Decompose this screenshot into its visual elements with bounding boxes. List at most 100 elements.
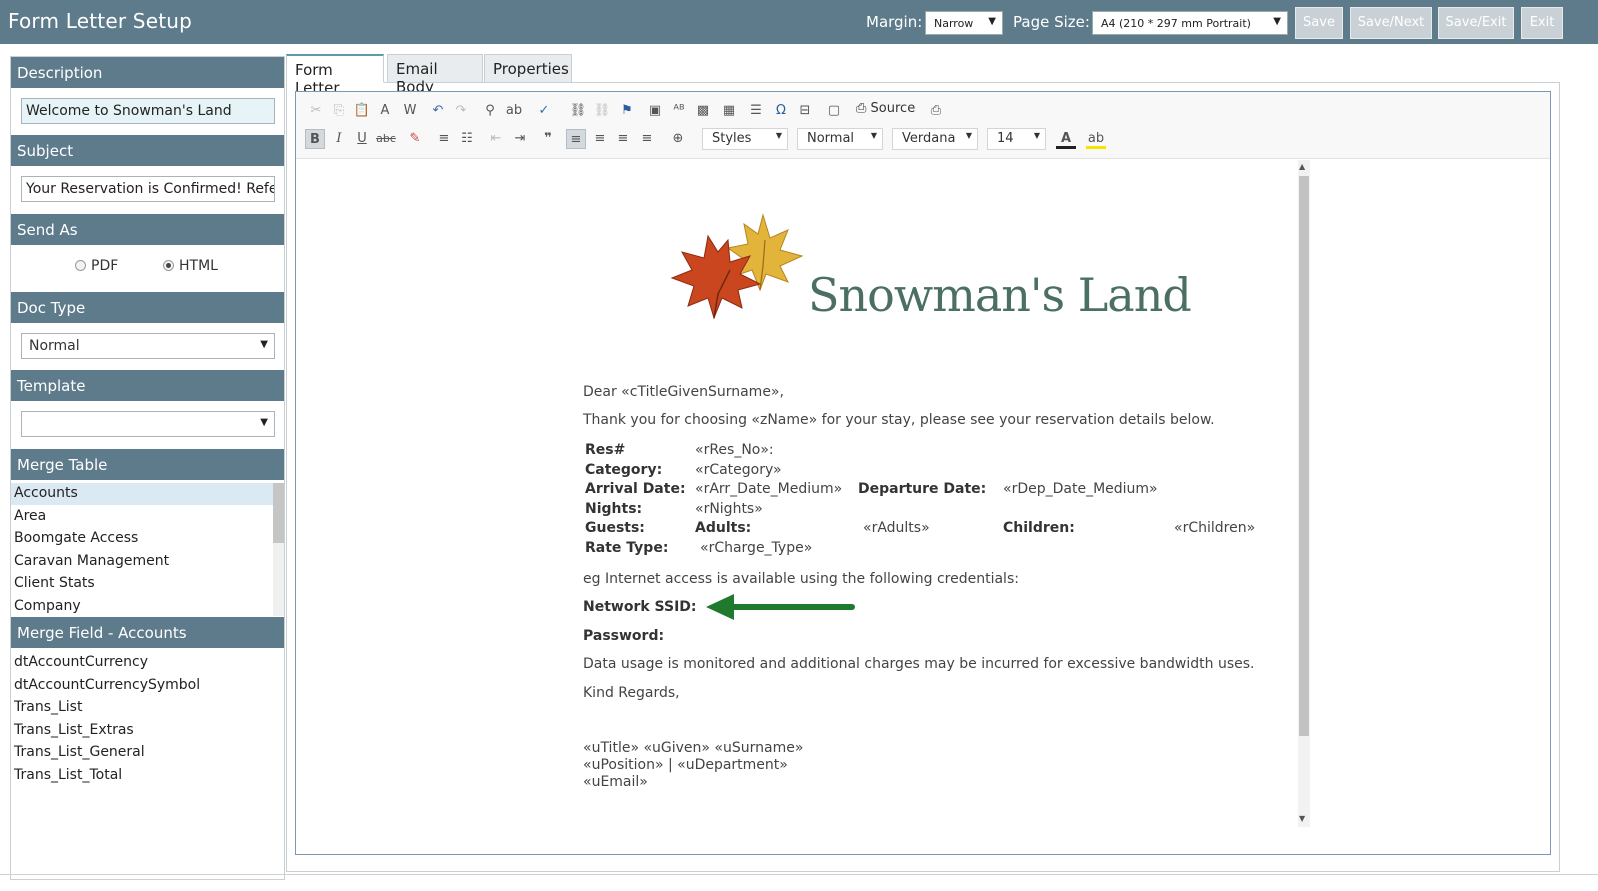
font-size-select-value: 14 xyxy=(997,131,1014,146)
scroll-down-icon[interactable]: ▼ xyxy=(1299,814,1305,823)
password-label: Password: xyxy=(583,628,665,644)
source-button[interactable]: ⎙ Source xyxy=(856,101,915,116)
replace-icon[interactable]: ab xyxy=(504,101,524,121)
remove-format-icon[interactable]: ✎ xyxy=(405,129,425,149)
copy-icon[interactable]: ⎘ xyxy=(329,101,349,121)
rate-type-value: «rCharge_Type» xyxy=(700,540,813,556)
top-bar: Form Letter Setup Margin: Narrow ▼ Page … xyxy=(0,0,1598,44)
unlink-icon[interactable]: ⛓ xyxy=(592,101,612,121)
merge-table-scroll-thumb[interactable] xyxy=(273,483,284,543)
doc-type-select[interactable]: Normal ▼ xyxy=(21,333,275,359)
language-icon[interactable]: ⊕ xyxy=(668,129,688,149)
paste-word-icon[interactable]: W xyxy=(400,101,420,121)
nights-value: «rNights» xyxy=(695,501,763,517)
image-icon[interactable]: ▣ xyxy=(645,101,665,121)
underline-icon[interactable]: U xyxy=(352,129,372,149)
send-as-html-radio[interactable]: HTML xyxy=(163,258,218,274)
page-size-select[interactable]: A4 (210 * 297 mm Portrait) ▼ xyxy=(1092,11,1288,35)
pdf-label: PDF xyxy=(91,258,119,274)
merge-field-header: Merge Field - Accounts xyxy=(11,617,284,648)
font-select-value: Verdana xyxy=(902,131,956,146)
internet-line: eg Internet access is available using th… xyxy=(583,571,1019,587)
merge-field-item[interactable]: dtAccountCurrencySymbol xyxy=(11,675,203,697)
res-label: Res# xyxy=(585,442,626,458)
page-size-select-value: A4 (210 * 297 mm Portrait) xyxy=(1101,17,1251,30)
justify-icon[interactable]: ≡ xyxy=(637,129,657,149)
horizontal-line-icon[interactable]: ☰ xyxy=(746,101,766,121)
signature-name: «uTitle» «uGiven» «uSurname» xyxy=(583,740,804,756)
flash-icon[interactable]: ▩ xyxy=(693,101,713,121)
numbered-list-icon[interactable]: ≡ xyxy=(434,129,454,149)
font-size-select[interactable]: 14 ▼ xyxy=(987,128,1046,150)
redo-icon[interactable]: ↷ xyxy=(451,101,471,121)
anchor-flag-icon[interactable]: ⚑ xyxy=(617,101,637,121)
chevron-down-icon: ▼ xyxy=(870,131,877,140)
tab-properties[interactable]: Properties xyxy=(484,54,572,83)
departure-label: Departure Date: xyxy=(858,481,987,497)
spellcheck-icon[interactable]: ✓ xyxy=(534,101,554,121)
merge-field-item[interactable]: dtAccountCurrency xyxy=(11,652,151,674)
align-left-icon[interactable]: ≡ xyxy=(566,129,586,149)
find-icon[interactable]: ⚲ xyxy=(480,101,500,121)
merge-field-item[interactable]: Trans_List xyxy=(11,697,85,719)
subject-input[interactable]: Your Reservation is Confirmed! Refe xyxy=(21,176,275,202)
template-select[interactable]: ▼ xyxy=(21,411,275,437)
page-break-icon[interactable]: ⊟ xyxy=(795,101,815,121)
form-icon[interactable]: ᴬᴮ xyxy=(669,101,689,121)
save-button[interactable]: Save xyxy=(1295,7,1343,39)
margin-select-value: Narrow xyxy=(934,17,974,30)
iframe-icon[interactable]: ▢ xyxy=(824,101,844,121)
merge-field-item[interactable]: Trans_List_Total xyxy=(11,765,125,787)
merge-table-header: Merge Table xyxy=(11,449,284,480)
document-scroll-thumb[interactable] xyxy=(1299,176,1309,736)
align-right-icon[interactable]: ≡ xyxy=(613,129,633,149)
link-icon[interactable]: ⛓ xyxy=(568,101,588,121)
background-color-icon[interactable]: ab xyxy=(1086,129,1106,149)
merge-table-item-company[interactable]: Company xyxy=(11,596,84,618)
merge-table-item-area[interactable]: Area xyxy=(11,506,49,528)
text-color-icon[interactable]: A xyxy=(1056,129,1076,149)
special-char-icon[interactable]: Ω xyxy=(771,101,791,121)
outdent-icon[interactable]: ⇤ xyxy=(486,129,506,149)
tab-email-body[interactable]: Email Body xyxy=(387,54,483,96)
scroll-up-icon[interactable]: ▲ xyxy=(1299,162,1305,171)
send-as-pdf-radio[interactable]: PDF xyxy=(75,258,118,274)
merge-table-item-boomgate[interactable]: Boomgate Access xyxy=(11,528,141,550)
undo-icon[interactable]: ↶ xyxy=(428,101,448,121)
description-input[interactable]: Welcome to Snowman's Land xyxy=(21,98,275,124)
styles-select[interactable]: Styles ▼ xyxy=(702,128,788,150)
bold-icon[interactable]: B xyxy=(305,129,325,149)
italic-icon[interactable]: I xyxy=(329,129,349,149)
document-scrollbar[interactable]: ▲ ▼ xyxy=(1298,160,1310,827)
merge-table-item-caravan[interactable]: Caravan Management xyxy=(11,551,172,573)
strikethrough-icon[interactable]: abc xyxy=(376,129,396,149)
align-center-icon[interactable]: ≡ xyxy=(590,129,610,149)
table-icon[interactable]: ▦ xyxy=(719,101,739,121)
tab-form-letter[interactable]: Form Letter xyxy=(286,54,384,97)
footer-divider xyxy=(0,874,1598,875)
rate-type-label: Rate Type: xyxy=(585,540,669,556)
format-select[interactable]: Normal ▼ xyxy=(797,128,883,150)
indent-icon[interactable]: ⇥ xyxy=(510,129,530,149)
margin-select[interactable]: Narrow ▼ xyxy=(925,11,1003,35)
merge-field-item[interactable]: Trans_List_General xyxy=(11,742,148,764)
regards: Kind Regards, xyxy=(583,685,680,701)
paste-text-icon[interactable]: A xyxy=(375,101,395,121)
merge-table-item-accounts[interactable]: Accounts xyxy=(11,483,273,505)
adults-label: Adults: xyxy=(695,520,752,536)
merge-field-item[interactable]: Trans_List_Extras xyxy=(11,720,137,742)
paste-icon[interactable]: 📋 xyxy=(352,101,372,121)
blockquote-icon[interactable]: ❞ xyxy=(538,129,558,149)
guests-label: Guests: xyxy=(585,520,645,536)
save-next-button[interactable]: Save/Next xyxy=(1350,7,1432,39)
bulleted-list-icon[interactable]: ☷ xyxy=(457,129,477,149)
usage-line: Data usage is monitored and additional c… xyxy=(583,656,1255,672)
font-select[interactable]: Verdana ▼ xyxy=(892,128,978,150)
cut-icon[interactable]: ✂ xyxy=(306,101,326,121)
exit-button[interactable]: Exit xyxy=(1521,7,1563,39)
styles-select-value: Styles xyxy=(712,131,752,146)
merge-table-item-client-stats[interactable]: Client Stats xyxy=(11,573,98,595)
print-icon[interactable]: ⎙ xyxy=(926,101,946,121)
res-value: «rRes_No»: xyxy=(695,442,774,458)
save-exit-button[interactable]: Save/Exit xyxy=(1438,7,1514,39)
